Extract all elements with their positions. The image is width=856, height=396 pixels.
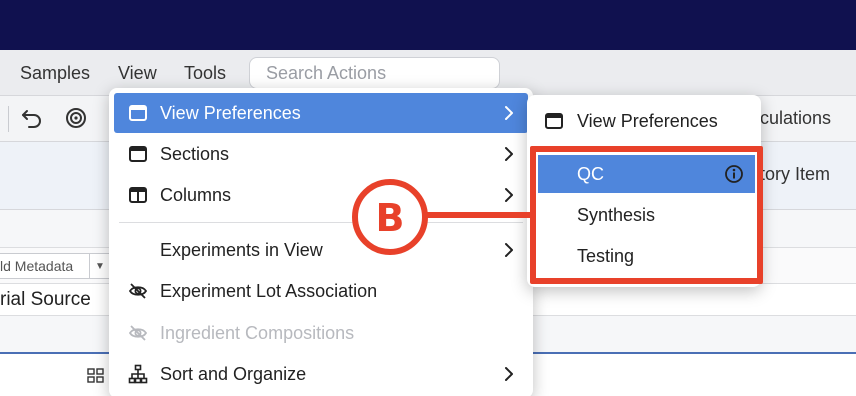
menu-item-columns[interactable]: Columns bbox=[114, 175, 528, 215]
menu-item-label: View Preferences bbox=[160, 103, 301, 123]
window-icon bbox=[545, 113, 563, 129]
annotation-highlight-box bbox=[530, 146, 763, 284]
chevron-down-icon[interactable]: ▼ bbox=[89, 253, 111, 279]
menu-item-view-preferences[interactable]: View Preferences bbox=[114, 93, 528, 133]
calculations-tab-fragment[interactable]: culations bbox=[760, 108, 831, 129]
submenu-header-label: View Preferences bbox=[577, 111, 718, 131]
menu-item-experiment-lot-association[interactable]: Experiment Lot Association bbox=[114, 271, 528, 311]
menu-item-label: Columns bbox=[160, 185, 232, 205]
columns-icon bbox=[129, 187, 147, 203]
submenu-header[interactable]: View Preferences bbox=[527, 101, 761, 141]
menu-item-sort-and-organize[interactable]: Sort and Organize bbox=[114, 354, 528, 394]
menu-item-label: Ingredient Compositions bbox=[160, 323, 355, 343]
add-metadata-button[interactable]: ld Metadata bbox=[0, 253, 90, 279]
annotation-letter: B bbox=[375, 196, 405, 240]
hierarchy-icon bbox=[128, 364, 148, 384]
chevron-right-icon bbox=[505, 147, 513, 161]
material-source-fragment: rial Source bbox=[0, 289, 91, 310]
menu-samples[interactable]: Samples bbox=[20, 63, 90, 84]
menu-item-label: Experiment Lot Association bbox=[160, 281, 378, 301]
undo-icon[interactable] bbox=[20, 106, 44, 130]
menu-item-label: Experiments in View bbox=[160, 240, 323, 260]
chevron-right-icon bbox=[505, 243, 513, 257]
chevron-right-icon bbox=[505, 188, 513, 202]
annotation-connector bbox=[427, 212, 534, 218]
toolbar-divider bbox=[8, 106, 9, 132]
chevron-right-icon bbox=[505, 106, 513, 120]
app-top-bar bbox=[0, 0, 856, 50]
menu-item-label: Sort and Organize bbox=[160, 364, 307, 384]
menu-view[interactable]: View bbox=[118, 63, 157, 84]
inventory-item-fragment: tory Item bbox=[760, 164, 831, 184]
view-dropdown-menu: View Preferences Sections Columns Experi… bbox=[109, 88, 533, 396]
menu-item-experiments-in-view[interactable]: Experiments in View bbox=[114, 230, 528, 270]
menu-tools[interactable]: Tools bbox=[184, 63, 226, 84]
chevron-right-icon bbox=[505, 367, 513, 381]
eye-off-icon bbox=[128, 283, 148, 299]
window-icon bbox=[129, 105, 147, 121]
target-icon[interactable] bbox=[64, 106, 88, 130]
menu-item-label: Sections bbox=[160, 144, 230, 164]
menu-item-ingredient-compositions: Ingredient Compositions bbox=[114, 313, 528, 353]
window-icon bbox=[129, 146, 147, 162]
search-actions-input[interactable]: Search Actions bbox=[249, 57, 500, 89]
menu-item-sections[interactable]: Sections bbox=[114, 134, 528, 174]
annotation-callout: B bbox=[352, 179, 428, 255]
grid-toggle-icon[interactable] bbox=[87, 368, 105, 384]
eye-off-icon bbox=[128, 325, 148, 341]
menu-divider bbox=[119, 222, 523, 223]
